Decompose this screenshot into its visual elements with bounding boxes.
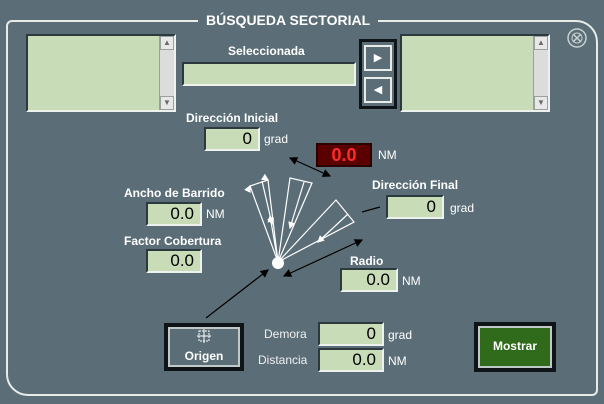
origen-button[interactable]: Origen <box>164 323 244 371</box>
mostrar-button[interactable]: Mostrar <box>474 322 556 372</box>
distancia-label: Distancia <box>258 353 308 367</box>
demora-label: Demora <box>264 327 307 341</box>
mostrar-button-label: Mostrar <box>492 339 537 353</box>
demora-field[interactable]: 0 <box>318 322 384 346</box>
demora-unit: grad <box>388 328 413 342</box>
distancia-unit: NM <box>388 354 407 368</box>
origen-button-label: Origen <box>184 349 224 363</box>
distancia-field[interactable]: 0.0 <box>318 348 384 372</box>
sector-search-panel: BÚSQUEDA SECTORIAL ▲ ▼ ▲ ▼ Seleccionada … <box>0 0 604 404</box>
